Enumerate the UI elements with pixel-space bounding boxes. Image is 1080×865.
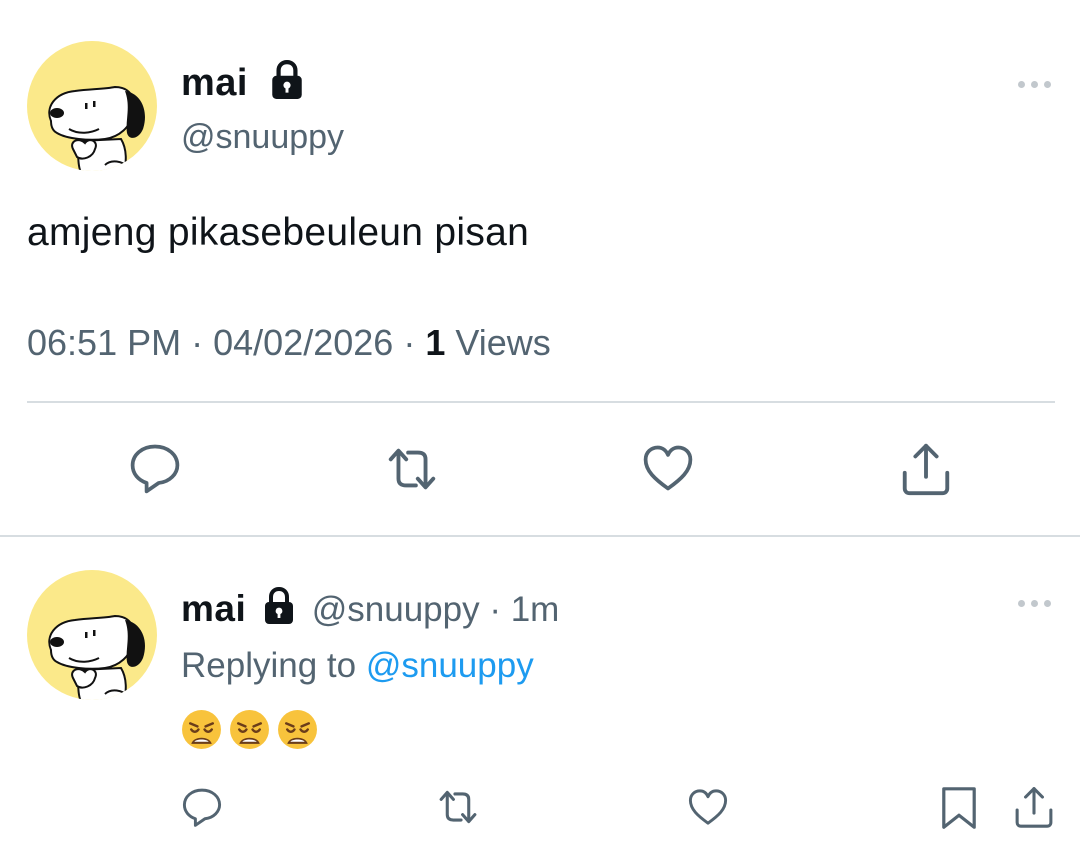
tweet-time[interactable]: 06:51 PM	[27, 322, 181, 363]
bookmark-icon	[938, 784, 980, 832]
reply-text	[181, 709, 318, 750]
meta-separator: ·	[191, 322, 204, 363]
like-icon	[640, 440, 696, 496]
more-options-icon[interactable]	[1018, 81, 1051, 88]
views-count: 1	[425, 322, 446, 363]
reply-button[interactable]	[127, 440, 183, 496]
bookmark-button[interactable]	[938, 784, 980, 832]
replying-to-handle[interactable]: @snuuppy	[366, 646, 534, 685]
reply-icon	[127, 440, 183, 496]
retweet-button[interactable]	[383, 440, 441, 498]
reply-handle[interactable]: @snuuppy	[312, 590, 480, 629]
tweet-text: amjeng pikasebeuleun pisan	[27, 211, 530, 254]
reply-like-button[interactable]	[686, 785, 730, 829]
lock-icon	[262, 587, 296, 625]
reply-share-button[interactable]	[1011, 784, 1057, 830]
tweet-date[interactable]: 04/02/2026	[213, 322, 393, 363]
weary-face-icon	[181, 709, 222, 750]
meta-separator: ·	[489, 590, 501, 629]
weary-face-icon	[229, 709, 270, 750]
reply-more-options-icon[interactable]	[1018, 600, 1051, 607]
share-button[interactable]	[897, 440, 955, 498]
reply-reply-button[interactable]	[180, 785, 224, 829]
snoopy-avatar-icon	[27, 570, 157, 700]
reply-display-name[interactable]: mai	[181, 588, 246, 629]
reply-time[interactable]: 1m	[511, 590, 560, 629]
reply-header: mai @snuuppy · 1m	[181, 587, 559, 627]
reply-retweet-button[interactable]	[435, 784, 481, 830]
replying-to: Replying to @snuuppy	[181, 648, 534, 683]
reply-icon	[180, 785, 224, 829]
retweet-icon	[383, 440, 441, 498]
weary-face-icon	[277, 709, 318, 750]
views-label: Views	[455, 322, 551, 363]
share-icon	[897, 440, 955, 498]
retweet-icon	[435, 784, 481, 830]
like-icon	[686, 785, 730, 829]
user-handle[interactable]: @snuuppy	[181, 120, 344, 154]
tweet-meta: 06:51 PM · 04/02/2026 · 1 Views	[27, 325, 551, 361]
snoopy-avatar-icon	[27, 41, 157, 171]
replying-to-label: Replying to	[181, 646, 357, 685]
reply-avatar[interactable]	[27, 570, 157, 700]
divider	[27, 401, 1055, 403]
display-name[interactable]: mai	[181, 64, 248, 102]
like-button[interactable]	[640, 440, 696, 496]
share-icon	[1011, 784, 1057, 830]
meta-separator: ·	[403, 322, 416, 363]
lock-icon	[269, 60, 305, 100]
avatar[interactable]	[27, 41, 157, 171]
section-divider	[0, 535, 1080, 537]
